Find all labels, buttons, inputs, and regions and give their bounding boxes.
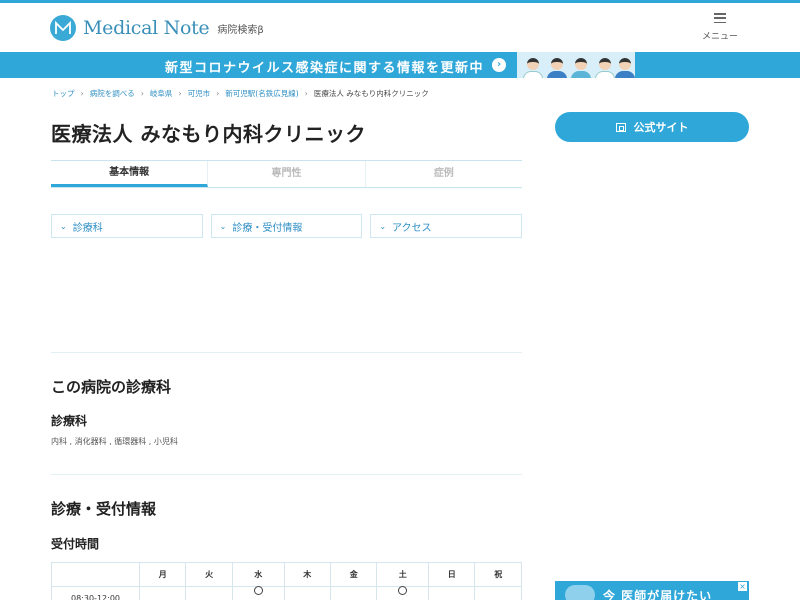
- reception-hours-table: 月 火 水 木 金 土 日 祝 08:30-12:00: [51, 562, 522, 600]
- table-header-row: 月 火 水 木 金 土 日 祝: [51, 562, 522, 587]
- breadcrumb: トップ › 病院を調べる › 岐阜県 › 可児市 › 新可児駅(名鉄広見線) ›…: [52, 88, 429, 99]
- page-title: 医療法人 みなもり内科クリニック: [51, 122, 366, 146]
- chevron-right-icon: ›: [80, 89, 84, 98]
- chevron-right-icon: ›: [492, 58, 506, 72]
- departments-subtitle: 診療科: [51, 414, 88, 428]
- banner-text: 新型コロナウイルス感染症に関する情報を更新中: [165, 61, 485, 76]
- table-cell: [474, 586, 522, 600]
- table-cell: [138, 586, 187, 600]
- site-logo[interactable]: Medical Note 病院検索β: [50, 15, 264, 41]
- ad-banner[interactable]: 今 医師が届けたい ×: [555, 581, 749, 600]
- section-divider: [51, 474, 522, 475]
- anchor-label: 診療科: [72, 222, 103, 234]
- breadcrumb-item-city[interactable]: 可児市: [188, 88, 211, 99]
- anchor-label: アクセス: [392, 222, 432, 234]
- breadcrumb-item-prefecture[interactable]: 岐阜県: [150, 88, 173, 99]
- table-cell: [428, 586, 476, 600]
- table-cell-time: 08:30-12:00: [51, 586, 140, 600]
- departments-section-title: この病院の診療科: [51, 378, 172, 396]
- open-circle-icon: [398, 586, 408, 595]
- tab-specialty[interactable]: 専門性: [208, 161, 366, 187]
- table-row: 08:30-12:00: [51, 586, 522, 600]
- reception-section-title: 診療・受付情報: [51, 500, 157, 518]
- tab-basic-info[interactable]: 基本情報: [51, 161, 209, 187]
- chevron-down-icon: ⌄: [379, 221, 387, 231]
- table-cell: [283, 586, 331, 600]
- tab-bar: 基本情報 専門性 症例: [51, 160, 522, 188]
- breadcrumb-item-top[interactable]: トップ: [52, 88, 75, 99]
- table-cell: [329, 586, 378, 600]
- ad-text: 今 医師が届けたい: [603, 589, 713, 600]
- menu-label: メニュー: [701, 32, 738, 42]
- official-site-label: 公式サイト: [633, 121, 689, 134]
- table-header-corner: [51, 562, 140, 587]
- anchor-departments[interactable]: ⌄ 診療科: [51, 214, 203, 238]
- reception-hours-subtitle: 受付時間: [51, 537, 100, 551]
- chevron-right-icon: ›: [216, 89, 220, 98]
- departments-list: 内科 , 消化器科 , 循環器科 , 小児科: [51, 437, 178, 446]
- chevron-down-icon: ⌄: [60, 221, 67, 231]
- close-icon[interactable]: ×: [738, 582, 747, 591]
- anchor-label: 診療・受付情報: [232, 222, 303, 234]
- table-header-day: 土: [376, 562, 430, 587]
- anchor-access[interactable]: ⌄ アクセス: [370, 214, 523, 238]
- hamburger-icon: [714, 13, 726, 23]
- chevron-right-icon: ›: [304, 89, 308, 98]
- table-header-day: 火: [185, 562, 233, 587]
- banner-doctors-illustration: [517, 52, 635, 78]
- table-header-day: 日: [428, 562, 476, 587]
- table-cell: [376, 586, 430, 600]
- menu-button[interactable]: メニュー: [700, 13, 740, 42]
- table-header-day: 祝: [474, 562, 522, 587]
- covid-banner[interactable]: 新型コロナウイルス感染症に関する情報を更新中 ›: [0, 52, 800, 78]
- tab-cases[interactable]: 症例: [366, 161, 522, 187]
- section-divider: [51, 352, 522, 353]
- chevron-right-icon: ›: [140, 89, 144, 98]
- table-cell: [231, 586, 285, 600]
- official-site-button[interactable]: 公式サイト: [555, 112, 749, 142]
- breadcrumb-item-current: 医療法人 みなもり内科クリニック: [313, 89, 429, 98]
- ad-decoration: [565, 585, 595, 600]
- logo-subtitle: 病院検索β: [217, 24, 264, 36]
- chevron-down-icon: ⌄: [219, 221, 227, 231]
- breadcrumb-item-search[interactable]: 病院を調べる: [90, 88, 135, 99]
- table-header-day: 水: [231, 562, 285, 587]
- chevron-right-icon: ›: [178, 89, 182, 98]
- logo-text: Medical Note: [83, 17, 210, 39]
- open-circle-icon: [253, 586, 263, 595]
- anchor-links: ⌄ 診療科 ⌄ 診療・受付情報 ⌄ アクセス: [51, 214, 523, 238]
- table-header-day: 金: [329, 562, 378, 587]
- logo-mark-icon: [50, 15, 76, 41]
- anchor-reception[interactable]: ⌄ 診療・受付情報: [210, 214, 363, 238]
- table-header-day: 月: [138, 562, 187, 587]
- breadcrumb-item-station[interactable]: 新可児駅(名鉄広見線): [225, 88, 298, 99]
- table-cell: [185, 586, 233, 600]
- site-header: Medical Note 病院検索β メニュー: [0, 3, 800, 52]
- external-window-icon: [615, 122, 626, 132]
- table-header-day: 木: [283, 562, 331, 587]
